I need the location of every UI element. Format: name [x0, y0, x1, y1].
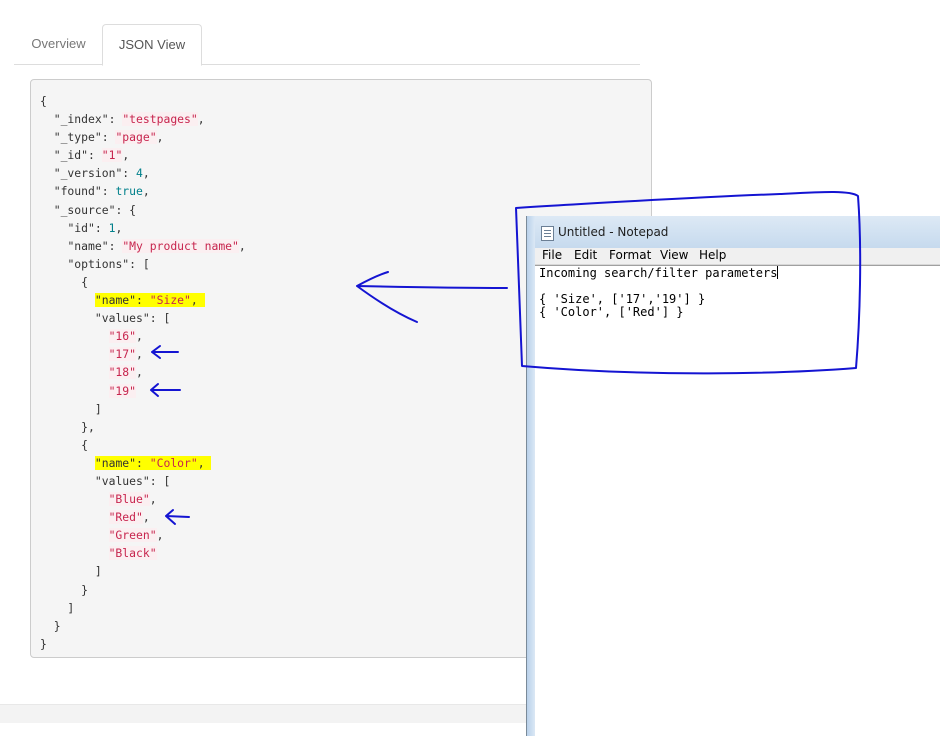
json-option-color-value: "Color"	[149, 455, 198, 470]
json-option-size-value: "Size"	[149, 293, 191, 308]
json-size-value: "16"	[108, 329, 137, 344]
notepad-title-bar[interactable]: Untitled - Notepad	[535, 216, 940, 248]
json-size-value: "18"	[108, 365, 137, 380]
json-size-value: "17"	[108, 347, 137, 362]
window-frame	[527, 216, 535, 736]
notepad-content: Incoming search/filter parameters { 'Siz…	[539, 266, 779, 319]
json-size-value: "19"	[108, 383, 137, 398]
highlight-color: "name": "Color",	[94, 455, 212, 470]
json-color-value: "Green"	[108, 528, 157, 543]
notepad-icon	[541, 226, 554, 241]
menu-bar: File Edit Format View Help	[535, 248, 940, 265]
json-code: { "_index": "testpages", "_type": "page"…	[40, 94, 246, 651]
json-color-value: "Blue"	[108, 492, 150, 507]
json-version-value: 4	[136, 166, 143, 181]
text-caret	[777, 266, 779, 279]
notepad-line-2: { 'Size', ['17','19'] }	[539, 292, 706, 306]
json-source-id-value: 1	[108, 220, 116, 235]
window-title: Untitled - Notepad	[558, 225, 669, 239]
highlight-size: "name": "Size",	[94, 293, 205, 308]
notepad-window: Untitled - Notepad File Edit Format View…	[526, 216, 940, 736]
notepad-line-1: Incoming search/filter parameters	[539, 266, 778, 280]
page-footer-strip	[0, 704, 530, 723]
json-color-value: "Black"	[108, 546, 157, 561]
menu-edit[interactable]: Edit	[574, 248, 597, 262]
tab-json-view[interactable]: JSON View	[102, 24, 202, 66]
json-source-name-value: "My product name"	[122, 238, 239, 253]
tab-bar: Overview JSON View	[14, 24, 640, 66]
json-type-value: "page"	[115, 130, 157, 145]
tab-overview[interactable]: Overview	[16, 24, 101, 64]
json-id-value: "1"	[101, 148, 123, 163]
menu-help[interactable]: Help	[699, 248, 726, 262]
menu-format[interactable]: Format	[609, 248, 651, 262]
notepad-text-area[interactable]: Incoming search/filter parameters { 'Siz…	[535, 265, 940, 736]
json-found-value: true	[115, 184, 143, 199]
json-color-value: "Red"	[108, 510, 143, 525]
json-index-value: "testpages"	[122, 112, 198, 127]
menu-file[interactable]: File	[542, 248, 562, 262]
menu-view[interactable]: View	[660, 248, 688, 262]
notepad-line-3: { 'Color', ['Red'] }	[539, 305, 684, 319]
